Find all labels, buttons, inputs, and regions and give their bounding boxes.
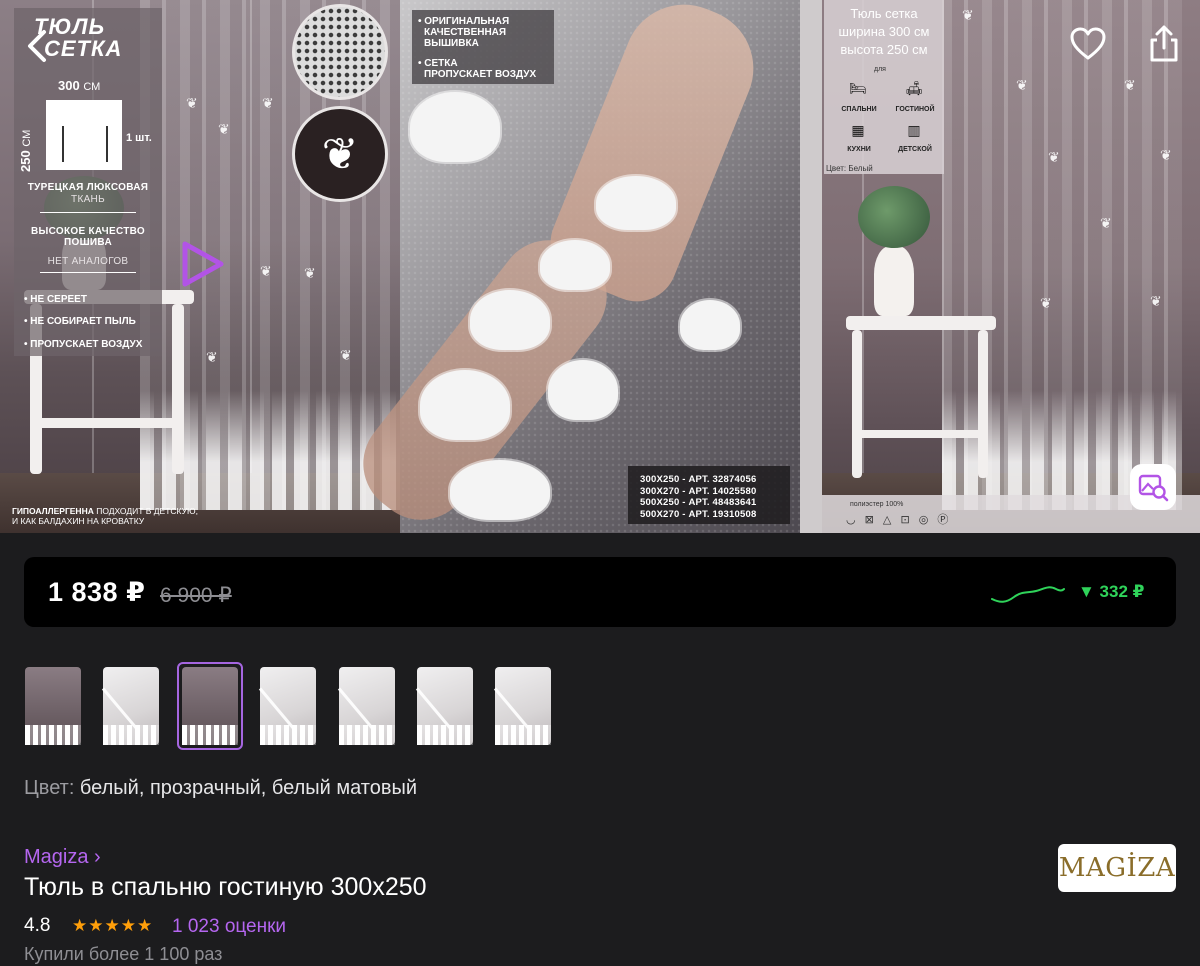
butterfly-icon: ❦ — [1100, 215, 1112, 231]
feature-line: ПРОПУСКАЕТ ВОЗДУХ — [424, 69, 537, 80]
purchase-count: Купили более 1 100 раз — [24, 944, 223, 964]
for-label: для — [874, 66, 886, 73]
image-search-icon[interactable] — [1130, 464, 1176, 510]
seller-link[interactable]: Magiza › — [24, 846, 101, 869]
feature-bullet: • НЕ СОБИРАЕТ ПЫЛЬ — [24, 316, 136, 327]
butterfly-icon: ❦ — [186, 95, 198, 111]
butterfly-icon: ❦ — [1150, 293, 1162, 309]
thumbnail[interactable] — [412, 662, 478, 750]
fabric-title: ТУРЕЦКАЯ ЛЮКСОВАЯ — [27, 182, 149, 193]
color-label: Цвет: — [24, 777, 75, 799]
old-price: 6 900 ₽ — [160, 584, 232, 607]
article-item: 300X250 - АРТ. 32874056 — [640, 474, 757, 485]
butterfly-icon: ❦ — [1160, 147, 1172, 163]
feature-line: ВЫШИВКА — [424, 38, 479, 49]
price-history-sparkline — [991, 586, 1065, 603]
butterfly-icon: ❦ — [260, 263, 272, 279]
spec-title: Тюль сетка — [850, 6, 918, 21]
butterfly-icon: ❦ — [1040, 295, 1052, 311]
thumbnail[interactable] — [98, 662, 164, 750]
mesh-detail-image — [292, 4, 388, 100]
room-label: ДЕТСКОЙ — [898, 146, 932, 153]
chevron-left-icon[interactable] — [22, 26, 52, 66]
hypoallergenic-note: ГИПОАЛЛЕРГЕННА ПОДХОДИТ В ДЕТСКУЮ, И КАК… — [12, 506, 198, 526]
kitchen-icon: ▦ — [851, 122, 865, 138]
butterfly-icon: ❦ — [962, 7, 974, 23]
feature-bullet: • НЕ СЕРЕЕТ — [24, 294, 87, 305]
color-options[interactable]: Цвет: белый, прозрачный, белый матовый — [24, 777, 417, 800]
embroidery-detail-image: ❦ — [292, 106, 388, 202]
spec-width: ширина 300 см — [838, 24, 930, 39]
thumbnail-selected[interactable] — [177, 662, 243, 750]
feature-line: • ОРИГИНАЛЬНАЯ — [418, 16, 510, 27]
butterfly-icon: ❦ — [1048, 149, 1060, 165]
butterfly-icon: ❦ — [340, 347, 352, 363]
thumbnail[interactable] — [490, 662, 556, 750]
quality-subtitle: НЕТ АНАЛОГОВ — [47, 256, 129, 267]
reviews-link[interactable]: 1 023 оценки — [172, 916, 286, 938]
butterfly-icon: ❦ — [1124, 77, 1136, 93]
thumbnail[interactable] — [20, 662, 86, 750]
feature-line: • СЕТКА — [418, 58, 458, 69]
fabric-subtitle: ТКАНЬ — [71, 194, 105, 205]
rating-value: 4.8 — [24, 915, 51, 936]
article-item: 500X270 - АРТ. 19310508 — [640, 508, 757, 520]
product-title: Тюль в спальню гостиную 300x250 — [24, 873, 427, 901]
butterfly-icon: ❦ — [1016, 77, 1028, 93]
spec-height: высота 250 см — [840, 42, 928, 57]
butterfly-icon: ❦ — [206, 349, 218, 365]
thumbnail[interactable] — [255, 662, 321, 750]
care-icons: ◡ ⊠ △ ⊡ ◎ Ⓟ — [846, 514, 952, 526]
curtain-icon — [46, 100, 122, 170]
heart-icon[interactable] — [1066, 22, 1110, 66]
play-icon[interactable] — [176, 238, 228, 290]
butterfly-icon: ❦ — [304, 265, 316, 281]
bed-icon: 🛏 — [849, 80, 867, 96]
article-item: 300X270 - АРТ. 14025580 — [640, 485, 757, 497]
rating-stars: ★★★★★ — [72, 916, 154, 935]
price-bar[interactable]: 1 838 ₽ 6 900 ₽ ▼ 332 ₽ — [24, 557, 1176, 627]
thumbnail[interactable] — [334, 662, 400, 750]
share-icon[interactable] — [1142, 22, 1186, 66]
width-dimension: 300 СМ — [58, 78, 101, 93]
butterfly-icon: ❦ — [262, 95, 274, 111]
feature-line: КАЧЕСТВЕННАЯ — [424, 27, 507, 38]
feature-bullet: • ПРОПУСКАЕТ ВОЗДУХ — [24, 339, 143, 350]
color-note: Цвет: Белый — [826, 164, 873, 173]
color-value: белый, прозрачный, белый матовый — [74, 777, 418, 799]
article-item: 500X250 - АРТ. 48483641 — [640, 497, 757, 508]
seller-logo[interactable]: MAGİZA — [1058, 844, 1176, 892]
article-list: 300X250 - АРТ. 32874056 300X270 - АРТ. 1… — [628, 466, 790, 524]
sofa-icon: 🛋 — [905, 80, 923, 96]
product-gallery[interactable]: ❦ ❦ ❦ ❦ ❦ ❦ ❦ ❦ ❦ ❦ ❦ ❦ ❦ ❦ ❦ ТЮЛЬ СЕТКА… — [0, 0, 1200, 533]
material-note: полиэстер 100% — [850, 501, 904, 508]
price-drop: ▼ 332 ₽ — [1078, 582, 1145, 601]
height-dimension: 250 СМ — [18, 129, 33, 172]
room-label: КУХНИ — [847, 146, 871, 153]
butterfly-icon: ❦ — [218, 121, 230, 137]
current-price: 1 838 ₽ — [48, 577, 146, 607]
room-label: ГОСТИНОЙ — [895, 106, 935, 113]
room-label: СПАЛЬНИ — [841, 106, 877, 113]
crib-icon: ▥ — [907, 122, 921, 138]
quantity-label: 1 шт. — [126, 132, 152, 144]
quality-title: ВЫСОКОЕ КАЧЕСТВО ПОШИВА — [31, 226, 145, 248]
